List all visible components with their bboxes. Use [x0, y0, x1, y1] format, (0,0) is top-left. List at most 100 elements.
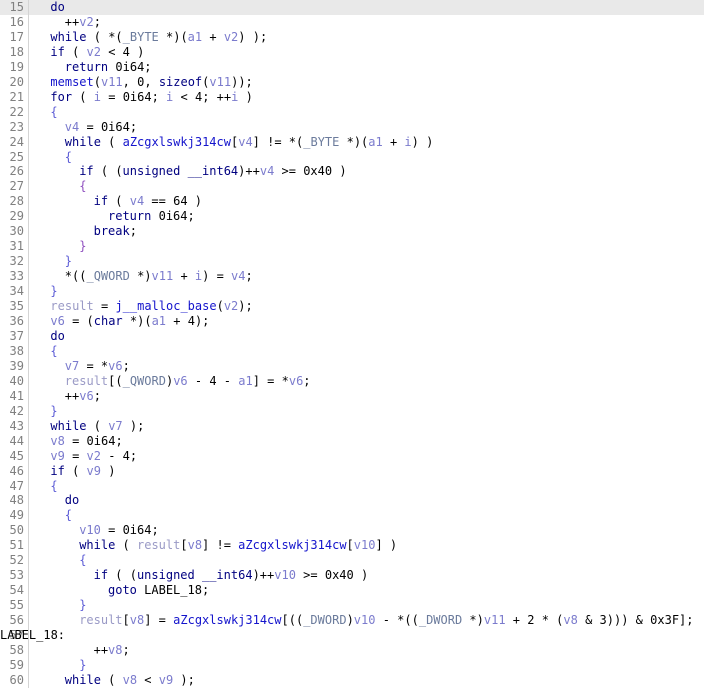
code-text[interactable]: break;	[36, 224, 137, 239]
code-text[interactable]: while ( aZcgxlswkj314cw[v4] != *(_BYTE *…	[36, 135, 434, 150]
code-text[interactable]: do	[36, 329, 64, 344]
code-line[interactable]: 41 ++v6;	[0, 388, 704, 404]
code-line[interactable]: 42}	[0, 403, 704, 419]
code-text[interactable]: return 0i64;	[36, 60, 152, 75]
code-token: >=	[295, 568, 325, 583]
code-line[interactable]: 54 goto LABEL_18;	[0, 583, 704, 599]
code-text[interactable]: v6 = (char *)(a1 + 4);	[36, 314, 209, 329]
code-line[interactable]: 46 if ( v9 )	[0, 463, 704, 479]
code-text[interactable]: v8 = 0i64;	[36, 433, 122, 449]
code-line[interactable]: 36 v6 = (char *)(a1 + 4);	[0, 314, 704, 329]
line-number: 25	[9, 149, 24, 164]
code-text[interactable]: if ( (unsigned __int64)++v4 >= 0x40 )	[36, 164, 346, 179]
code-line[interactable]: 45 v9 = v2 - 4;	[0, 448, 704, 464]
code-line[interactable]: 32}	[0, 254, 704, 270]
code-line[interactable]: 48 do	[0, 493, 704, 509]
gutter-separator	[28, 598, 29, 614]
code-line[interactable]: 16 ++v2;	[0, 14, 704, 30]
code-line[interactable]: 35 result = j__malloc_base(v2);	[0, 299, 704, 315]
code-line[interactable]: 60 while ( v8 < v9 );	[0, 672, 704, 688]
code-line[interactable]: 22 {	[0, 104, 704, 120]
code-line[interactable]: 55}	[0, 598, 704, 614]
code-text[interactable]: if ( (unsigned __int64)++v10 >= 0x40 )	[36, 568, 369, 583]
code-line[interactable]: 56 result[v8] = aZcgxlswkj314cw[((_DWORD)…	[0, 613, 704, 629]
code-line[interactable]: 49 {	[0, 508, 704, 524]
code-text[interactable]: while ( *(_BYTE *)(a1 + v2) );	[36, 30, 267, 45]
code-line[interactable]: 34}	[0, 284, 704, 300]
code-text[interactable]: {	[36, 344, 57, 359]
code-line[interactable]: 29 return 0i64;	[0, 209, 704, 225]
code-line[interactable]: 23 v4 = 0i64;	[0, 119, 704, 135]
code-text[interactable]: if ( v4 == 64 )	[36, 194, 202, 209]
code-text[interactable]: {	[36, 105, 57, 120]
code-text[interactable]: v7 = *v6;	[36, 359, 130, 374]
code-line[interactable]: 30 break;	[0, 224, 704, 240]
code-line[interactable]: 50 v10 = 0i64;	[0, 523, 704, 539]
code-text[interactable]: v4 = 0i64;	[36, 120, 137, 135]
code-text[interactable]: goto LABEL_18;	[36, 583, 209, 598]
code-text[interactable]: while ( result[v8] != aZcgxlswkj314cw[v1…	[36, 538, 397, 553]
code-text[interactable]: result[v8] = aZcgxlswkj314cw[((_DWORD)v1…	[36, 613, 693, 628]
code-text[interactable]: v10 = 0i64;	[36, 523, 159, 538]
code-line[interactable]: 27 {	[0, 179, 704, 195]
code-text[interactable]: }	[36, 404, 57, 419]
code-line[interactable]: 15 do	[0, 0, 704, 15]
code-text[interactable]: }	[36, 598, 86, 613]
code-text[interactable]: LABEL_18:	[0, 628, 65, 643]
code-text[interactable]: if ( v2 < 4 )	[36, 45, 144, 60]
code-line[interactable]: 57 LABEL_18:	[0, 628, 704, 643]
pseudocode-view[interactable]: 15 do 16 ++v2; 17 while ( *(_BYTE *)(a1 + v2)…	[0, 0, 704, 689]
code-token: v8	[50, 433, 65, 448]
code-line[interactable]: 59}	[0, 657, 704, 673]
code-line[interactable]: 52 {	[0, 553, 704, 569]
code-line[interactable]: 53 if ( (unsigned __int64)++v10 >= 0x40 )	[0, 568, 704, 584]
code-line[interactable]: 38 {	[0, 343, 704, 359]
code-text[interactable]: do	[36, 493, 79, 508]
code-line[interactable]: 21 for ( i = 0i64; i < 4; ++i )	[0, 89, 704, 105]
code-line[interactable]: 44 v8 = 0i64;	[0, 433, 704, 449]
code-line[interactable]: 17 while ( *(_BYTE *)(a1 + v2) );	[0, 29, 704, 45]
gutter-separator	[28, 314, 29, 329]
code-line[interactable]: 51 while ( result[v8] != aZcgxlswkj314cw[…	[0, 538, 704, 554]
code-text[interactable]: return 0i64;	[36, 209, 195, 224]
code-text[interactable]: {	[36, 479, 57, 494]
code-text[interactable]: }	[36, 284, 57, 299]
code-line[interactable]: 31}	[0, 239, 704, 255]
code-text[interactable]: result[(_QWORD)v6 - 4 - a1] = *v6;	[36, 374, 311, 389]
code-line[interactable]: 18 if ( v2 < 4 )	[0, 44, 704, 60]
code-text[interactable]: for ( i = 0i64; i < 4; ++i )	[36, 90, 252, 105]
code-text[interactable]: ++v6;	[36, 389, 101, 404]
line-number: 16	[9, 14, 24, 29]
code-text[interactable]: {	[36, 179, 86, 194]
code-text[interactable]: }	[36, 658, 86, 673]
code-token: {	[64, 149, 73, 164]
code-line[interactable]: 43 while ( v7 );	[0, 418, 704, 434]
code-line[interactable]: 47 {	[0, 478, 704, 494]
code-line[interactable]: 19 return 0i64;	[0, 59, 704, 75]
code-text[interactable]: }	[36, 254, 72, 269]
code-text[interactable]: memset(v11, 0, sizeof(v11));	[36, 75, 252, 90]
code-line[interactable]: 20 memset(v11, 0, sizeof(v11));	[0, 74, 704, 90]
code-line[interactable]: 28 if ( v4 == 64 )	[0, 194, 704, 210]
code-text[interactable]: {	[36, 150, 72, 165]
code-line[interactable]: 24 while ( aZcgxlswkj314cw[v4] != *(_BYTE…	[0, 134, 704, 150]
code-text[interactable]: {	[36, 508, 72, 523]
code-text[interactable]: ++v2;	[36, 15, 101, 30]
code-text[interactable]: if ( v9 )	[36, 464, 115, 479]
code-line[interactable]: 58 ++v8;	[0, 642, 704, 658]
code-text[interactable]: ++v8;	[36, 643, 130, 658]
code-text[interactable]: *((_QWORD *)v11 + i) = v4;	[36, 269, 253, 284]
code-text[interactable]: v9 = v2 - 4;	[36, 449, 137, 464]
code-text[interactable]: {	[36, 553, 86, 568]
code-line[interactable]: 40 result[(_QWORD)v6 - 4 - a1] = *v6;	[0, 373, 704, 389]
code-text[interactable]: do	[36, 0, 64, 15]
code-line[interactable]: 39 v7 = *v6;	[0, 358, 704, 374]
code-text[interactable]: while ( v8 < v9 );	[36, 673, 195, 688]
code-line[interactable]: 33 *((_QWORD *)v11 + i) = v4;	[0, 269, 704, 285]
code-text[interactable]: }	[36, 239, 86, 254]
code-text[interactable]: result = j__malloc_base(v2);	[36, 299, 252, 314]
code-line[interactable]: 37 do	[0, 328, 704, 344]
code-line[interactable]: 26 if ( (unsigned __int64)++v4 >= 0x40 )	[0, 164, 704, 180]
code-text[interactable]: while ( v7 );	[36, 419, 144, 434]
code-line[interactable]: 25 {	[0, 149, 704, 165]
